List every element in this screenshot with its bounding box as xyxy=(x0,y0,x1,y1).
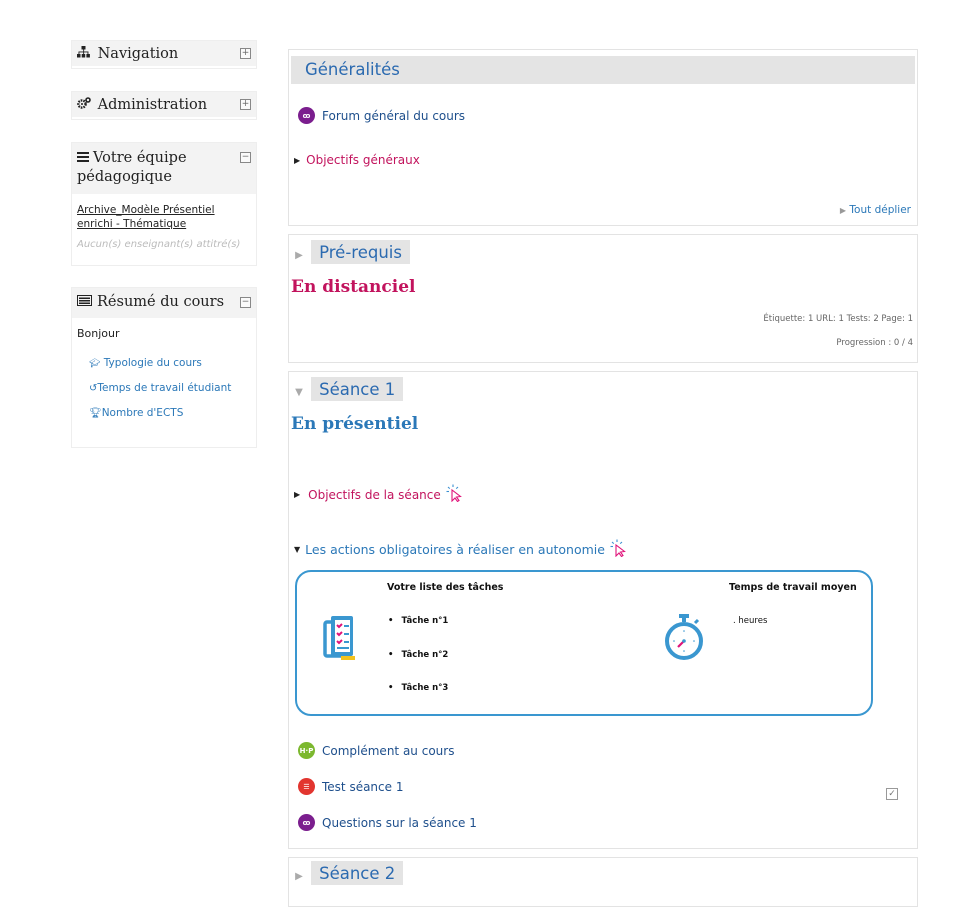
objectifs-seance-toggle[interactable]: ▶ Objectifs de la séance xyxy=(294,484,464,505)
caret-right-icon[interactable]: ▶ xyxy=(292,871,306,882)
team-header[interactable]: Votre équipe pédagogique − xyxy=(72,143,256,194)
click-cursor-icon xyxy=(446,484,464,505)
checklist-icon xyxy=(323,616,357,664)
bars-icon xyxy=(77,149,93,168)
task-item: Tâche n°3 xyxy=(388,683,448,717)
questions-forum-activity[interactable]: ꝏ Questions sur la séance 1 xyxy=(298,814,477,831)
forum-activity[interactable]: ꝏ Forum général du cours xyxy=(298,107,465,124)
expand-icon[interactable]: + xyxy=(240,48,251,59)
navigation-block: Navigation + xyxy=(71,40,257,69)
task-list: Tâche n°1 Tâche n°2 Tâche n°3 xyxy=(388,616,448,717)
section-seance-1: ▼ Séance 1 En présentiel ▶ Objectifs de … xyxy=(288,371,918,849)
collapse-icon[interactable]: − xyxy=(240,152,251,163)
section-title[interactable]: Pré-requis xyxy=(311,240,410,264)
caret-down-icon[interactable]: ▼ xyxy=(292,387,306,398)
presentiel-heading: En présentiel xyxy=(291,414,419,434)
triangle-down-icon: ▼ xyxy=(294,545,301,554)
summary-header[interactable]: Résumé du cours − xyxy=(72,288,256,318)
activity-stats: Étiquette: 1 URL: 1 Tests: 2 Page: 1 xyxy=(763,314,913,324)
navigation-title: Navigation xyxy=(97,46,179,62)
team-block: Votre équipe pédagogique − Archive_Modèl… xyxy=(71,142,257,266)
forum-icon: ꝏ xyxy=(298,107,315,124)
summary-link-typologie[interactable]: 🎓︎ Typologie du cours xyxy=(89,357,251,382)
progress-text: Progression : 0 / 4 xyxy=(836,338,913,348)
section-generalites: Généralités ꝏ Forum général du cours ▶ O… xyxy=(288,49,918,226)
stopwatch-icon xyxy=(663,614,705,666)
click-cursor-icon xyxy=(610,539,628,560)
course-content: Généralités ꝏ Forum général du cours ▶ O… xyxy=(288,49,918,915)
section-title-bar: Généralités xyxy=(291,56,915,84)
completion-checkbox[interactable]: ✓ xyxy=(886,788,898,800)
task-item: Tâche n°2 xyxy=(388,650,448,684)
section-title[interactable]: Séance 1 xyxy=(311,377,404,401)
section-title[interactable]: Séance 2 xyxy=(311,861,404,885)
objectifs-generaux-toggle[interactable]: ▶ Objectifs généraux xyxy=(294,153,420,167)
summary-link-ects[interactable]: 🏆︎Nombre d'ECTS xyxy=(89,407,251,432)
time-title: Temps de travail moyen xyxy=(729,582,857,593)
administration-title: Administration xyxy=(97,97,208,113)
forum-icon: ꝏ xyxy=(298,814,315,831)
administration-header[interactable]: Administration + xyxy=(72,92,256,117)
team-title: Votre équipe pédagogique xyxy=(77,150,187,185)
collapse-icon[interactable]: − xyxy=(240,297,251,308)
summary-title: Résumé du cours xyxy=(97,294,225,310)
navigation-header[interactable]: Navigation + xyxy=(72,41,256,66)
graduation-cap-icon: 🎓︎ xyxy=(89,359,101,369)
sidebar: Navigation + Administration + Votre équi… xyxy=(71,40,257,456)
list-alt-icon xyxy=(77,295,97,309)
trophy-icon: 🏆︎ xyxy=(89,408,102,419)
triangle-right-icon: ▶ xyxy=(294,490,301,499)
greeting-text: Bonjour xyxy=(77,327,120,340)
task-card: Votre liste des tâches Temps de travail … xyxy=(295,570,873,716)
cogs-icon xyxy=(77,97,93,112)
expand-icon[interactable]: + xyxy=(240,99,251,110)
summary-link-temps[interactable]: ↺Temps de travail étudiant xyxy=(89,382,251,407)
summary-block: Résumé du cours − Bonjour 🎓︎ Typologie d… xyxy=(71,287,257,448)
administration-block: Administration + xyxy=(71,91,257,120)
h5p-icon: H·P xyxy=(298,742,315,759)
no-teacher-text: Aucun(s) enseignant(s) attitré(s) xyxy=(77,239,241,250)
quiz-activity[interactable]: ☰ Test séance 1 xyxy=(298,778,403,795)
distanciel-heading: En distanciel xyxy=(291,277,416,297)
course-archive-link[interactable]: Archive_Modèle Présentiel enrichi - Thém… xyxy=(77,203,251,231)
task-list-title: Votre liste des tâches xyxy=(387,582,504,593)
time-value: . heures xyxy=(733,616,768,626)
triangle-right-icon: ▶ xyxy=(294,155,301,165)
section-prerequis: ▶ Pré-requis En distanciel Étiquette: 1 … xyxy=(288,234,918,363)
task-item: Tâche n°1 xyxy=(388,616,448,650)
caret-right-icon[interactable]: ▶ xyxy=(292,250,306,261)
caret-right-icon: ▶ xyxy=(839,206,847,215)
expand-all-link[interactable]: ▶ Tout déplier xyxy=(840,204,911,216)
section-title[interactable]: Généralités xyxy=(305,60,400,79)
actions-toggle[interactable]: ▼ Les actions obligatoires à réaliser en… xyxy=(294,539,628,560)
quiz-icon: ☰ xyxy=(298,778,315,795)
h5p-activity[interactable]: H·P Complément au cours xyxy=(298,742,454,759)
sitemap-icon xyxy=(77,46,93,61)
